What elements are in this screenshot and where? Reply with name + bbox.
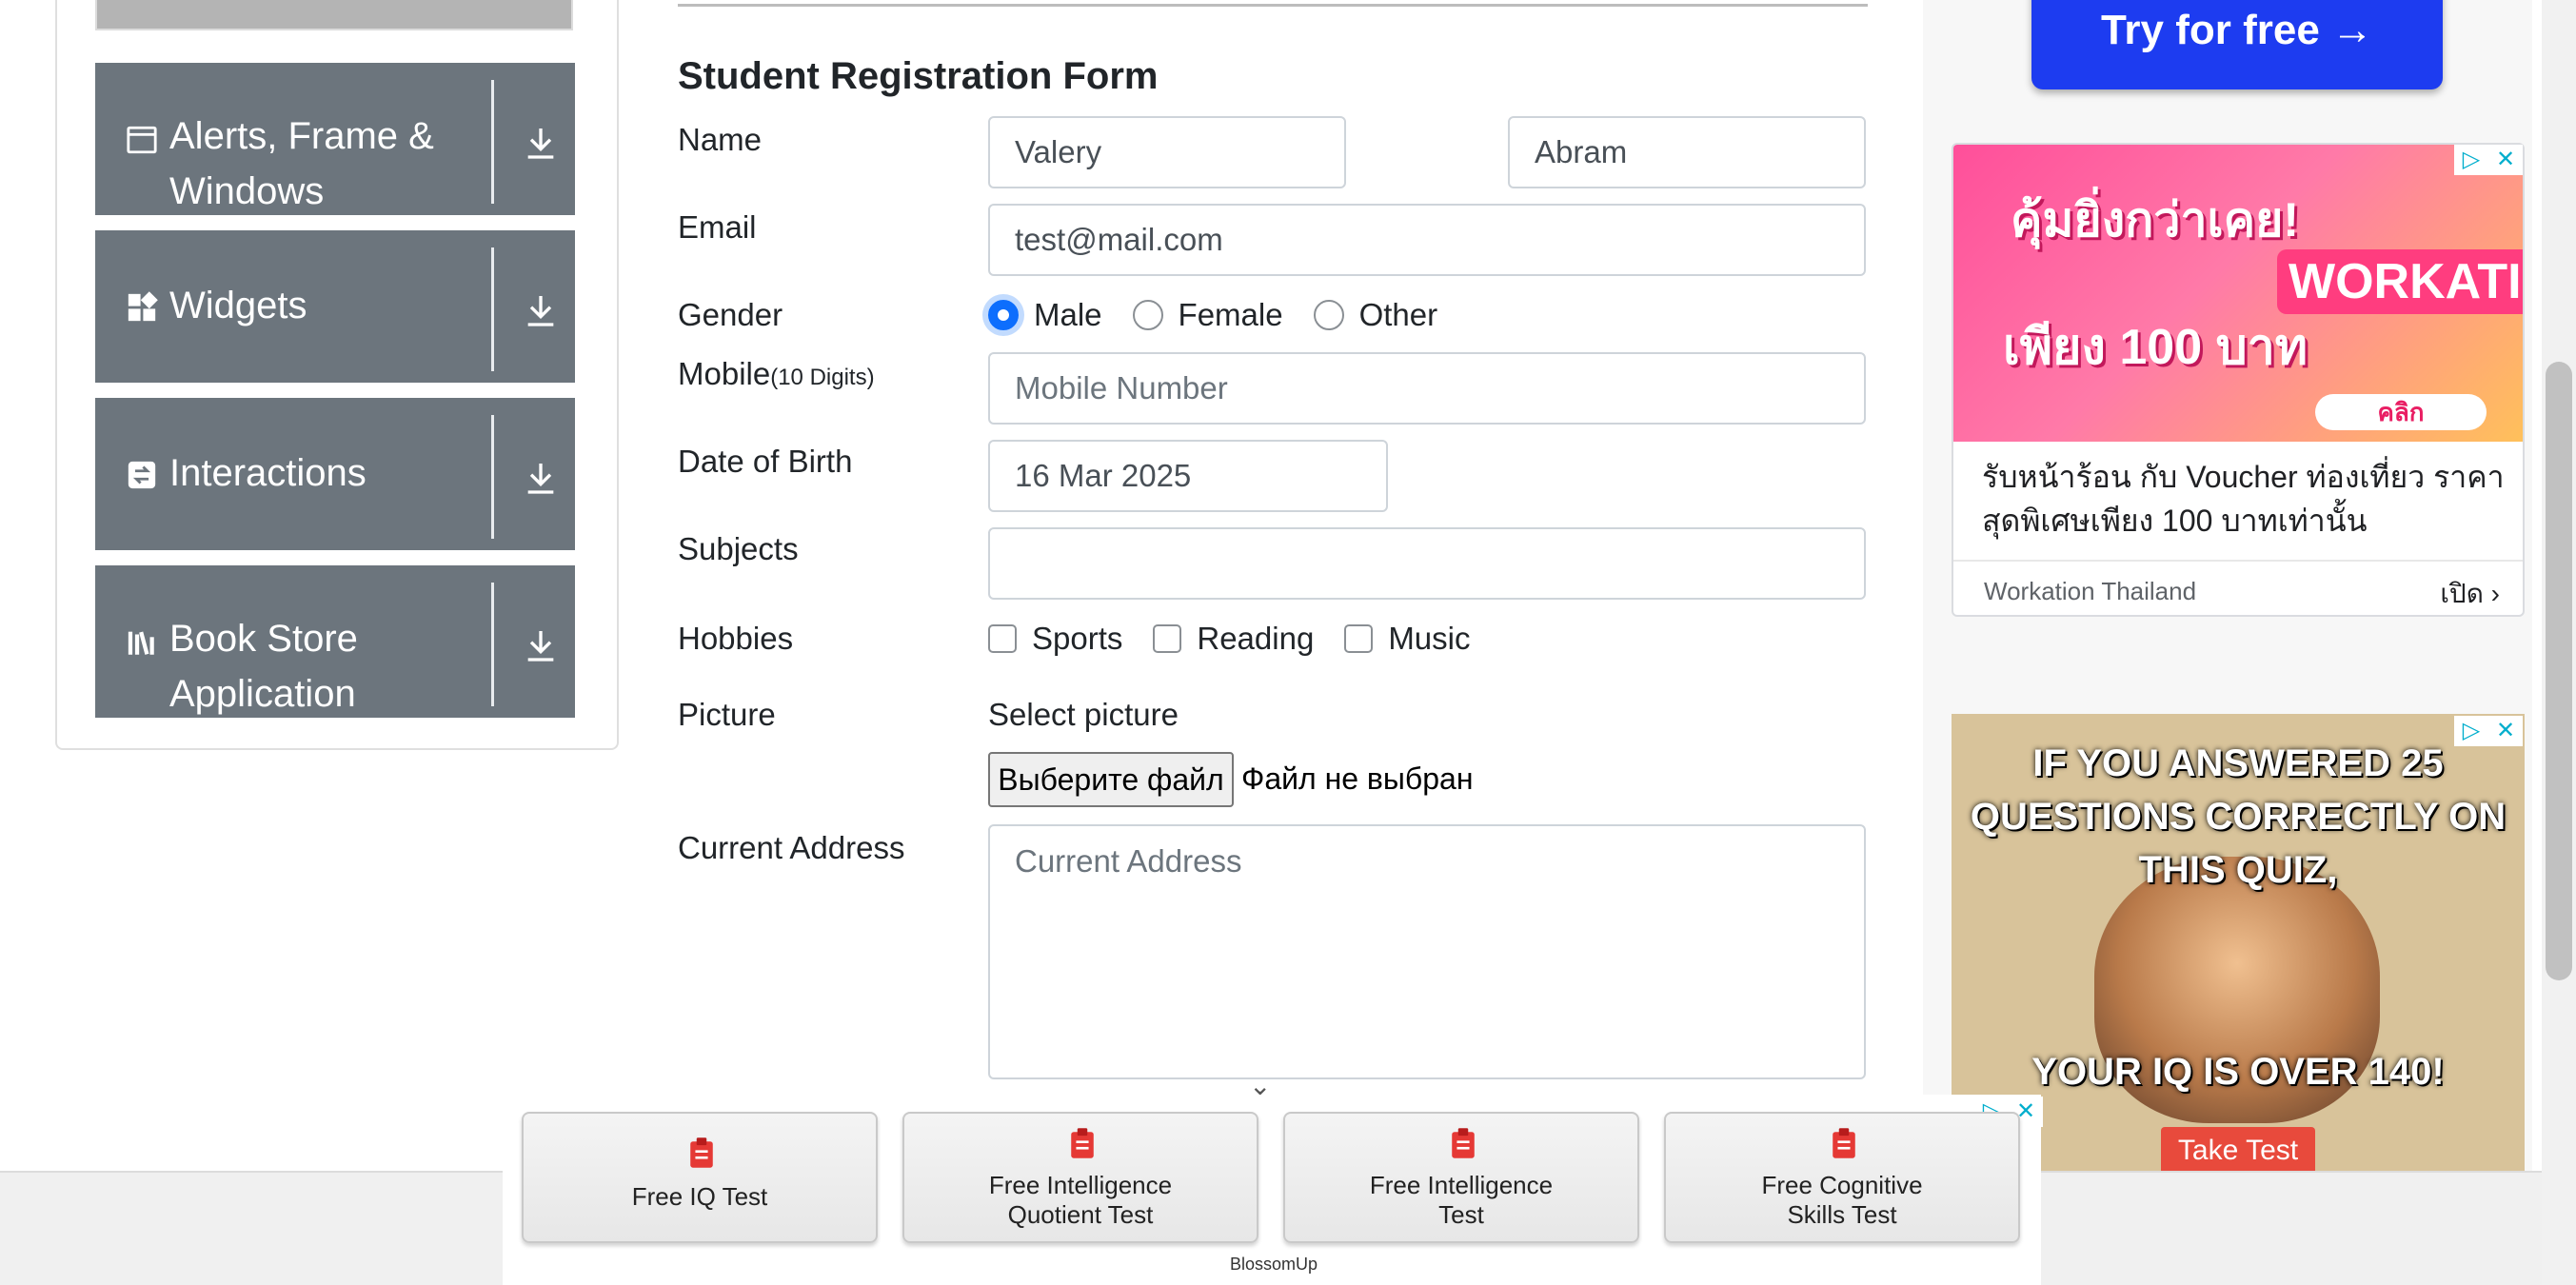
close-icon[interactable]: ✕ bbox=[2488, 716, 2523, 746]
gender-option-label: Female bbox=[1178, 297, 1283, 332]
ad-open-link[interactable]: เปิด › bbox=[2440, 573, 2500, 615]
mobile-label: Mobile(10 Digits) bbox=[678, 356, 875, 391]
hobby-label: Sports bbox=[1032, 621, 1123, 656]
subjects-label: Subjects bbox=[678, 531, 799, 566]
hobby-label: Reading bbox=[1197, 621, 1315, 656]
clipboard-icon bbox=[690, 1137, 713, 1168]
hobbies-group: Sports Reading Music bbox=[988, 617, 1471, 661]
sidebar-item-label: Widgets bbox=[169, 285, 307, 326]
gender-radio-male[interactable] bbox=[988, 300, 1019, 330]
ad-tile-cognitive-skills[interactable]: Free Cognitive Skills Test bbox=[1664, 1112, 2020, 1243]
try-for-free-button[interactable]: Try for free → bbox=[2031, 0, 2443, 89]
picture-label: Picture bbox=[678, 697, 776, 732]
sidebar-item-book-store[interactable]: Book Store Application bbox=[95, 565, 575, 718]
ad-headline: คุ้มยิ่งกว่าเคย! bbox=[2011, 193, 2300, 247]
ad-click-button[interactable]: คลิก bbox=[2315, 394, 2487, 430]
adchoices-icon[interactable]: ▷ bbox=[2454, 716, 2488, 746]
gender-option-label: Male bbox=[1034, 297, 1102, 332]
books-icon bbox=[128, 631, 154, 655]
ad-badge: WORKATION bbox=[2277, 249, 2523, 314]
clipboard-icon bbox=[1452, 1128, 1475, 1158]
divider bbox=[491, 80, 494, 204]
ad-footer[interactable]: Workation Thailand เปิด › bbox=[1953, 560, 2523, 615]
hobby-checkbox-sports[interactable] bbox=[988, 624, 1017, 653]
email-input[interactable]: test@mail.com bbox=[988, 204, 1866, 276]
mobile-hint: (10 Digits) bbox=[770, 365, 875, 390]
ad-question: IF YOU ANSWERED 25 QUESTIONS CORRECTLY O… bbox=[1970, 742, 2507, 891]
ad-result: YOUR IQ IS OVER 140! bbox=[2031, 1051, 2445, 1093]
sidebar-item-label: Alerts, Frame & Windows bbox=[169, 115, 434, 212]
ad-price: เพียง 100 บาท bbox=[2003, 320, 2308, 375]
sidebar-item-widgets[interactable]: Widgets bbox=[95, 230, 575, 383]
swap-icon bbox=[128, 461, 156, 489]
grid-icon bbox=[128, 291, 158, 322]
gender-label: Gender bbox=[678, 297, 783, 332]
address-label: Current Address bbox=[678, 830, 905, 865]
dob-label: Date of Birth bbox=[678, 444, 853, 479]
sidebar-item-alerts-frame-windows[interactable]: Alerts, Frame & Windows bbox=[95, 63, 575, 215]
sidebar-collapsed-item[interactable] bbox=[95, 0, 573, 30]
download-icon[interactable] bbox=[522, 291, 560, 329]
download-icon[interactable] bbox=[522, 626, 560, 664]
form-title: Student Registration Form bbox=[678, 55, 1159, 97]
ad-tile-intelligence-test[interactable]: Free Intelligence Test bbox=[1283, 1112, 1639, 1243]
download-icon[interactable] bbox=[522, 124, 560, 162]
dob-input[interactable]: 16 Mar 2025 bbox=[988, 440, 1388, 512]
divider bbox=[678, 4, 1868, 7]
scrollbar-thumb[interactable] bbox=[2546, 362, 2572, 980]
ad-tile-intelligence-quotient[interactable]: Free Intelligence Quotient Test bbox=[902, 1112, 1258, 1243]
current-address-textarea[interactable]: Current Address bbox=[988, 824, 1866, 1079]
ad-advertiser: Workation Thailand bbox=[1984, 577, 2197, 605]
gender-option-label: Other bbox=[1358, 297, 1438, 332]
tile-label: Free IQ Test bbox=[631, 1182, 768, 1211]
chevron-down-icon[interactable]: ⌄ bbox=[1249, 1070, 1271, 1101]
close-icon[interactable]: ✕ bbox=[2488, 145, 2523, 175]
tile-label: Free Cognitive Skills Test bbox=[1761, 1171, 1923, 1229]
download-icon[interactable] bbox=[522, 459, 560, 497]
first-name-input[interactable]: Valery bbox=[988, 116, 1346, 188]
clipboard-icon bbox=[1833, 1128, 1855, 1158]
adchoices-icon[interactable]: ▷ bbox=[2454, 145, 2488, 175]
file-status: Файл не выбран bbox=[1241, 761, 1474, 796]
ad-workation[interactable]: คุ้มยิ่งกว่าเคย! WORKATION เพียง 100 บาท… bbox=[1952, 143, 2525, 617]
tile-label: Free Intelligence Test bbox=[1369, 1171, 1554, 1229]
hobbies-label: Hobbies bbox=[678, 621, 794, 656]
last-name-input[interactable]: Abram bbox=[1508, 116, 1866, 188]
gender-radio-group: Male Female Other bbox=[988, 293, 1437, 337]
mobile-input[interactable]: Mobile Number bbox=[988, 352, 1866, 425]
sidebar-item-interactions[interactable]: Interactions bbox=[95, 398, 575, 550]
ad-tile-iq-test[interactable]: Free IQ Test bbox=[522, 1112, 878, 1243]
ad-brand: BlossomUp bbox=[1230, 1255, 1318, 1274]
gender-radio-other[interactable] bbox=[1313, 300, 1344, 330]
hobby-checkbox-music[interactable] bbox=[1344, 624, 1374, 653]
choose-file-button[interactable]: Выберите файл bbox=[988, 752, 1234, 807]
gender-radio-female[interactable] bbox=[1132, 300, 1163, 330]
sidebar-item-label: Book Store Application bbox=[169, 618, 358, 715]
clipboard-icon bbox=[1071, 1128, 1094, 1158]
ad-text[interactable]: รับหน้าร้อน กับ Voucher ท่องเที่ยว ราคาส… bbox=[1982, 455, 2515, 543]
divider bbox=[491, 583, 494, 706]
window-icon bbox=[127, 126, 157, 154]
name-label: Name bbox=[678, 122, 763, 157]
sidebar-item-label: Interactions bbox=[169, 452, 367, 494]
ad-image[interactable]: คุ้มยิ่งกว่าเคย! WORKATION เพียง 100 บาท… bbox=[1953, 145, 2523, 442]
take-test-button[interactable]: Take Test bbox=[2161, 1127, 2315, 1171]
hobby-checkbox-reading[interactable] bbox=[1153, 624, 1182, 653]
subjects-input[interactable] bbox=[988, 527, 1866, 600]
tile-label: Free Intelligence Quotient Test bbox=[988, 1171, 1173, 1229]
select-picture-label: Select picture bbox=[988, 697, 1179, 732]
divider bbox=[491, 415, 494, 539]
hobby-label: Music bbox=[1388, 621, 1471, 656]
divider bbox=[491, 247, 494, 371]
email-label: Email bbox=[678, 209, 757, 245]
